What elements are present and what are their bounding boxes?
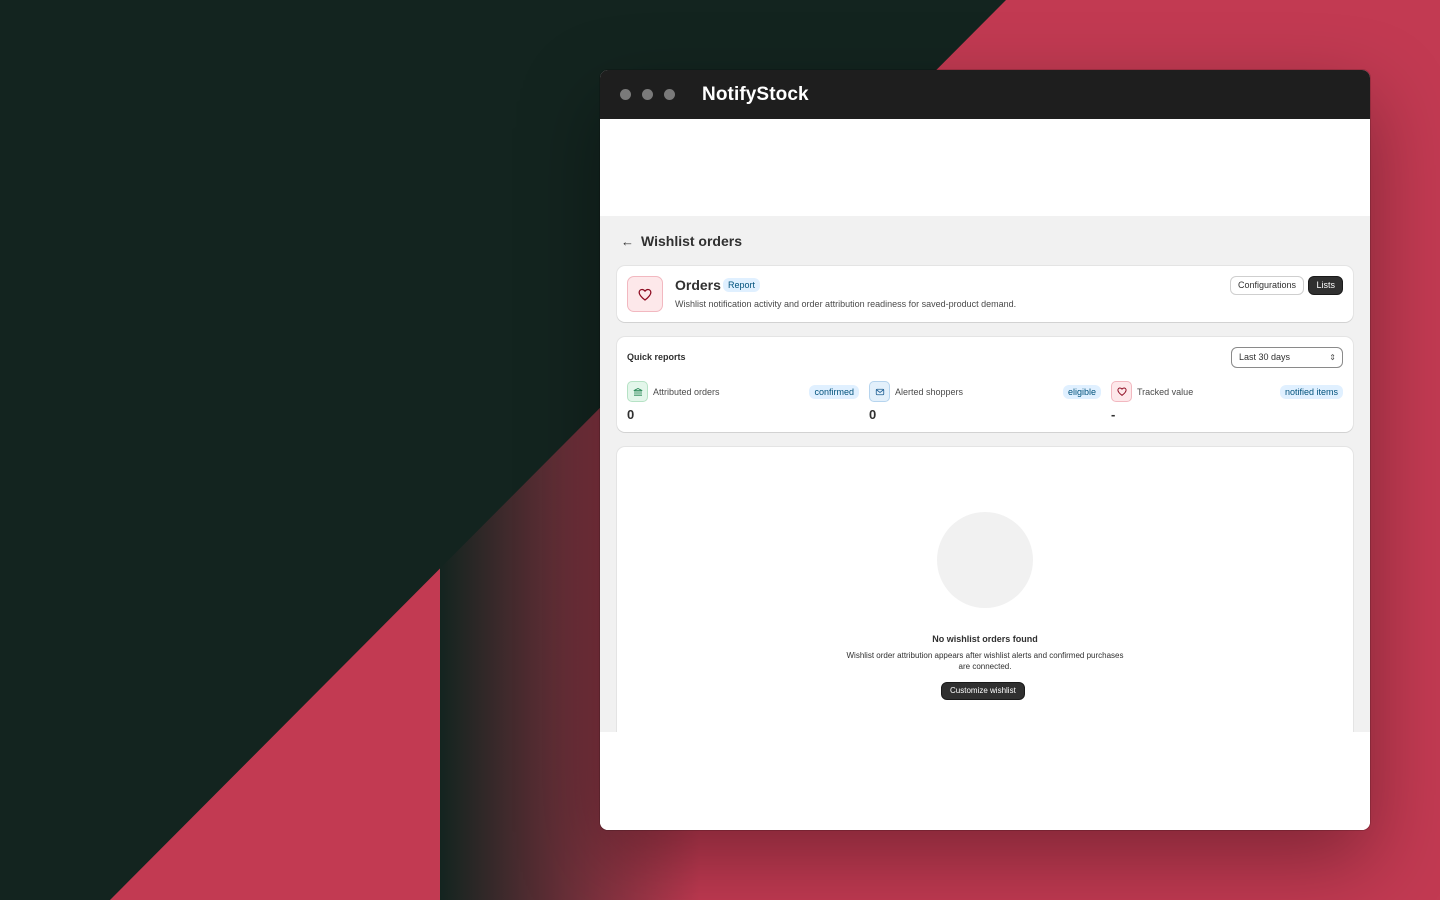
customize-wishlist-button[interactable]: Customize wishlist	[941, 682, 1025, 700]
lists-button[interactable]: Lists	[1308, 276, 1343, 295]
metric-badge: eligible	[1062, 385, 1101, 399]
window-close-dot[interactable]	[620, 89, 631, 100]
page-title: Wishlist orders	[641, 233, 743, 249]
metric-attributed-orders: Attributed orders confirmed 0	[627, 381, 859, 425]
metric-badge: confirmed	[809, 385, 859, 399]
empty-state-description: Wishlist order attribution appears after…	[846, 651, 1124, 671]
empty-state-illustration	[937, 512, 1033, 608]
heart-icon	[627, 276, 663, 312]
back-arrow-icon[interactable]: ←	[621, 234, 634, 249]
mail-icon	[869, 381, 890, 402]
app-title: NotifyStock	[702, 83, 809, 105]
configurations-button[interactable]: Configurations	[1229, 276, 1304, 295]
metric-label: Alerted shoppers	[895, 387, 964, 397]
metric-label: Tracked value	[1137, 387, 1194, 397]
heart-icon	[1111, 381, 1132, 402]
select-chevron-icon: ⇕	[1329, 353, 1336, 362]
bottom-blank-area	[600, 732, 1370, 830]
orders-description: Wishlist notification activity and order…	[675, 299, 1017, 309]
metric-label: Attributed orders	[653, 387, 720, 397]
page-content: ← Wishlist orders Orders Report Wishlist…	[600, 216, 1370, 732]
metric-value: -	[1111, 407, 1116, 422]
metric-alerted-shoppers: Alerted shoppers eligible 0	[869, 381, 1101, 425]
top-blank-area	[600, 119, 1370, 216]
orders-card: Orders Report Wishlist notification acti…	[617, 266, 1353, 322]
page-header: ← Wishlist orders	[617, 216, 1353, 266]
window-titlebar: NotifyStock	[600, 70, 1370, 119]
quick-reports-title: Quick reports	[627, 352, 686, 362]
quick-reports-card: Quick reports Last 30 days ⇕ Attributed …	[617, 337, 1353, 432]
metric-value: 0	[869, 407, 877, 422]
metric-value: 0	[627, 407, 635, 422]
empty-state-card: No wishlist orders found Wishlist order …	[617, 447, 1353, 732]
app-window: NotifyStock ← Wishlist orders Orders Rep…	[600, 70, 1370, 830]
window-maximize-dot[interactable]	[664, 89, 675, 100]
window-minimize-dot[interactable]	[642, 89, 653, 100]
bank-icon	[627, 381, 648, 402]
empty-state-title: No wishlist orders found	[932, 634, 1038, 644]
metric-tracked-value: Tracked value notified items -	[1111, 381, 1343, 425]
date-range-select[interactable]: Last 30 days ⇕	[1231, 347, 1343, 368]
metric-badge: notified items	[1279, 385, 1343, 399]
orders-title: Orders	[675, 277, 721, 293]
date-range-value: Last 30 days	[1239, 352, 1291, 362]
report-badge: Report	[723, 278, 761, 292]
